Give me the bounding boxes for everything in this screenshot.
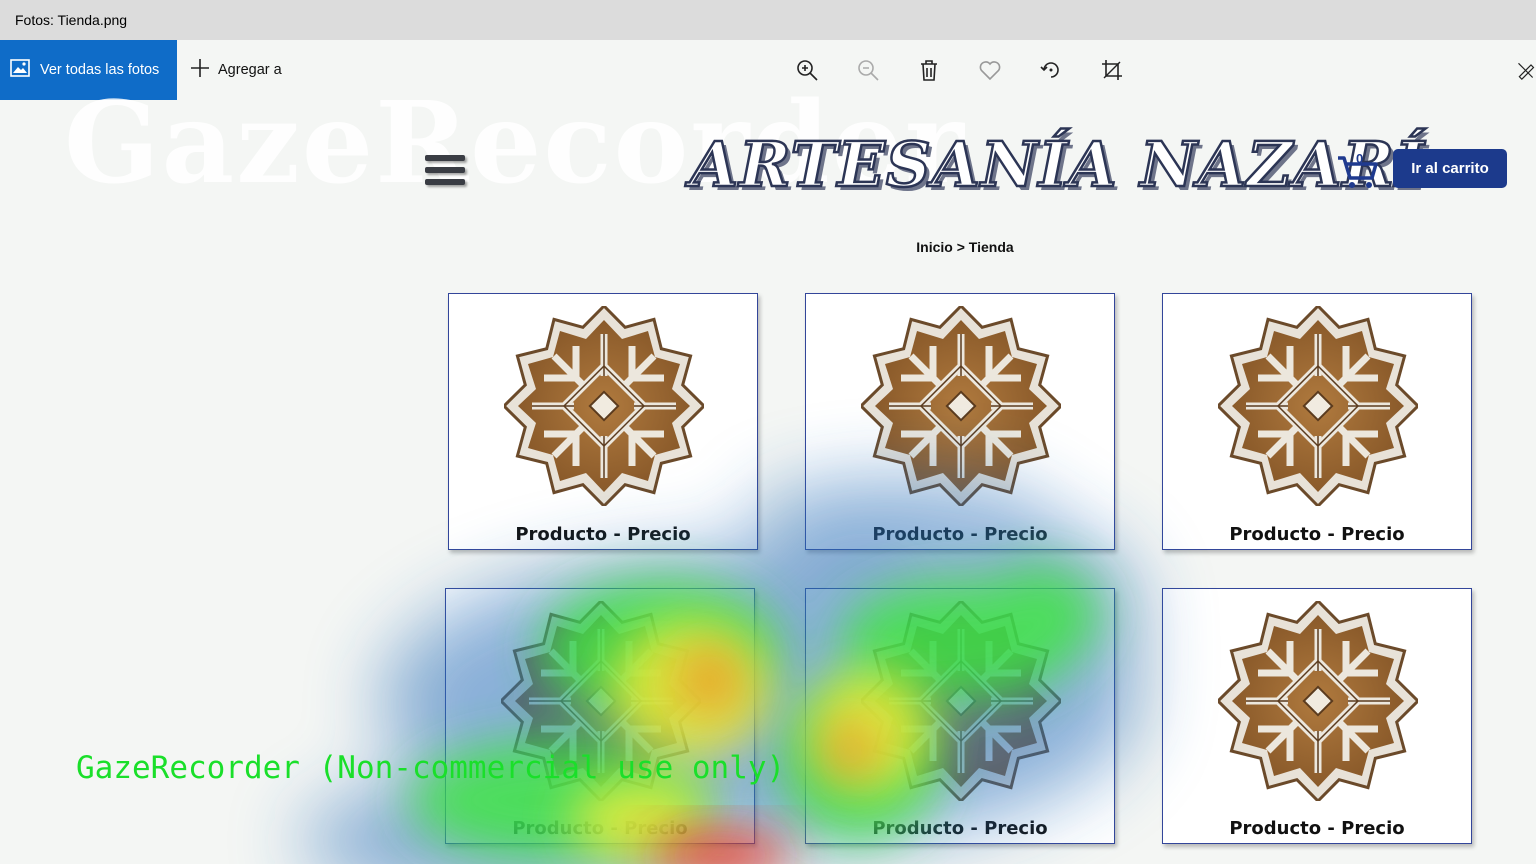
product-image	[861, 601, 1061, 801]
photos-icon	[10, 59, 30, 81]
view-all-photos-label: Ver todas las fotos	[40, 62, 160, 78]
product-card[interactable]: Producto - Precio	[1162, 293, 1472, 550]
product-label: Producto - Precio	[872, 818, 1048, 839]
product-card[interactable]: Producto - Precio	[805, 588, 1115, 844]
menu-icon[interactable]	[425, 155, 467, 197]
product-label: Producto - Precio	[1229, 524, 1405, 545]
product-label: Producto - Precio	[515, 524, 691, 545]
cart-count: 0	[1356, 151, 1364, 166]
photos-toolbar: Ver todas las fotos Agregar a	[0, 40, 1536, 100]
crop-icon[interactable]	[1099, 57, 1125, 83]
view-all-photos-button[interactable]: Ver todas las fotos	[0, 40, 177, 100]
product-image	[861, 306, 1061, 506]
rotate-icon[interactable]	[1038, 57, 1064, 83]
product-card[interactable]: Producto - Precio	[1162, 588, 1472, 844]
plus-icon	[190, 58, 210, 82]
product-image	[1218, 601, 1418, 801]
product-label: Producto - Precio	[872, 524, 1048, 545]
breadcrumb: Inicio > Tienda	[916, 239, 1014, 255]
cart-icon[interactable]: 0	[1336, 150, 1380, 190]
zoom-out-icon[interactable]	[855, 57, 881, 83]
product-card[interactable]: Producto - Precio	[448, 293, 758, 550]
product-card[interactable]: Producto - Precio	[445, 588, 755, 844]
window-title: Fotos: Tienda.png	[0, 0, 1536, 40]
product-image	[504, 306, 704, 506]
heart-icon[interactable]	[977, 57, 1003, 83]
product-label: Producto - Precio	[1229, 818, 1405, 839]
product-image	[1218, 306, 1418, 506]
brand-logo: ARTESANÍA NAZARÍ	[689, 127, 1425, 203]
add-to-label: Agregar a	[218, 62, 282, 78]
product-image	[501, 601, 701, 801]
product-label: Producto - Precio	[512, 818, 688, 839]
add-to-button[interactable]: Agregar a	[190, 40, 282, 100]
trash-icon[interactable]	[916, 57, 942, 83]
product-card[interactable]: Producto - Precio	[805, 293, 1115, 550]
edit-icon[interactable]	[1516, 57, 1536, 83]
go-to-cart-button[interactable]: Ir al carrito	[1393, 149, 1507, 188]
zoom-in-icon[interactable]	[794, 57, 820, 83]
